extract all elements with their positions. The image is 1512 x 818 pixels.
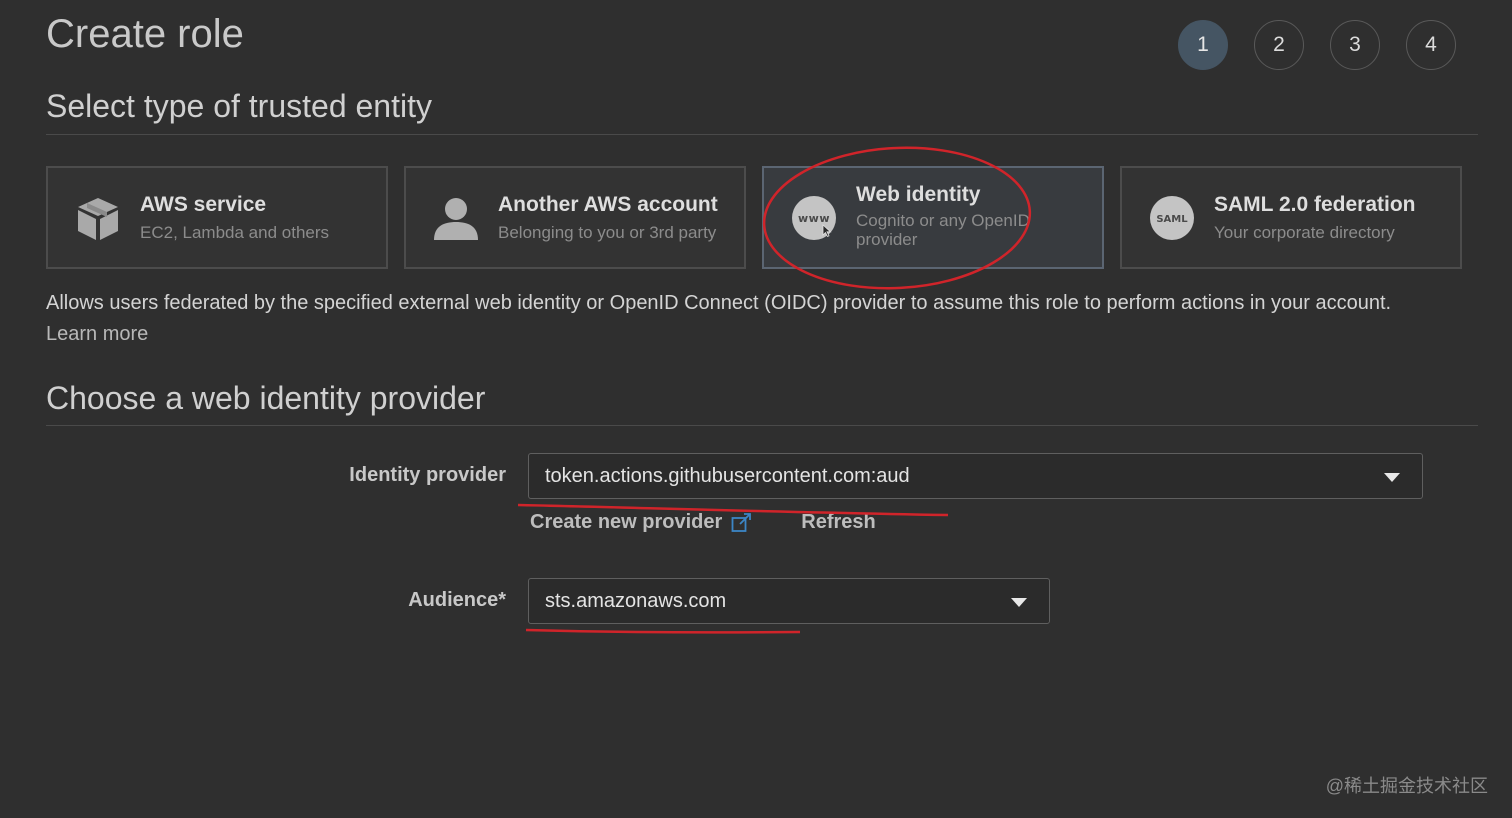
page-title: Create role bbox=[46, 12, 244, 56]
www-icon-text: www bbox=[798, 212, 830, 225]
www-icon: www bbox=[788, 192, 840, 244]
card-subtitle: Cognito or any OpenID provider bbox=[856, 210, 1030, 249]
card-subtitle: Your corporate directory bbox=[1214, 223, 1395, 242]
create-role-page: Create role 1 2 3 4 Select type of trust… bbox=[0, 0, 1512, 818]
trusted-entity-cards: AWS service EC2, Lambda and others Anoth… bbox=[46, 166, 1462, 269]
description-text: Allows users federated by the specified … bbox=[46, 292, 1392, 314]
card-subtitle: Belonging to you or 3rd party bbox=[498, 223, 717, 242]
audience-value: sts.amazonaws.com bbox=[545, 589, 727, 612]
refresh-link[interactable]: Refresh bbox=[801, 511, 875, 534]
learn-more-link[interactable]: Learn more bbox=[46, 319, 148, 350]
card-title: Web identity bbox=[856, 182, 981, 206]
provider-actions: Create new provider Refresh bbox=[530, 511, 876, 534]
saml-icon-text: SAML bbox=[1156, 214, 1188, 225]
external-link-icon bbox=[731, 512, 753, 533]
trusted-entity-heading: Select type of trusted entity bbox=[46, 88, 432, 124]
cube-icon bbox=[72, 192, 124, 244]
identity-provider-value: token.actions.githubusercontent.com:aud bbox=[545, 464, 910, 487]
card-title: AWS service bbox=[140, 193, 267, 216]
provider-heading: Choose a web identity provider bbox=[46, 380, 486, 416]
user-icon bbox=[430, 192, 482, 244]
create-new-provider-link[interactable]: Create new provider bbox=[530, 511, 722, 534]
card-title: Another AWS account bbox=[498, 193, 718, 216]
audience-label: Audience* bbox=[408, 589, 506, 611]
step-4[interactable]: 4 bbox=[1406, 20, 1456, 70]
card-title: SAML 2.0 federation bbox=[1214, 193, 1416, 216]
step-1[interactable]: 1 bbox=[1178, 20, 1228, 70]
card-subtitle: EC2, Lambda and others bbox=[140, 223, 330, 242]
entity-description: Allows users federated by the specified … bbox=[46, 288, 1476, 350]
step-3[interactable]: 3 bbox=[1330, 20, 1380, 70]
card-saml-federation[interactable]: SAML SAML 2.0 federation Your corporate … bbox=[1120, 166, 1462, 269]
step-2[interactable]: 2 bbox=[1254, 20, 1304, 70]
divider bbox=[46, 425, 1478, 426]
chevron-down-icon bbox=[1384, 473, 1400, 482]
chevron-down-icon bbox=[1011, 598, 1027, 607]
audience-select[interactable]: sts.amazonaws.com bbox=[528, 578, 1050, 624]
identity-provider-label: Identity provider bbox=[349, 464, 506, 486]
step-indicator: 1 2 3 4 bbox=[1178, 20, 1456, 70]
card-web-identity[interactable]: www Web identity Cognito or any OpenID p… bbox=[762, 166, 1104, 269]
card-aws-service[interactable]: AWS service EC2, Lambda and others bbox=[46, 166, 388, 269]
watermark: @稀土掘金技术社区 bbox=[1325, 776, 1488, 796]
identity-provider-select[interactable]: token.actions.githubusercontent.com:aud bbox=[528, 453, 1423, 499]
saml-icon: SAML bbox=[1146, 192, 1198, 244]
card-another-aws-account[interactable]: Another AWS account Belonging to you or … bbox=[404, 166, 746, 269]
divider bbox=[46, 134, 1478, 135]
